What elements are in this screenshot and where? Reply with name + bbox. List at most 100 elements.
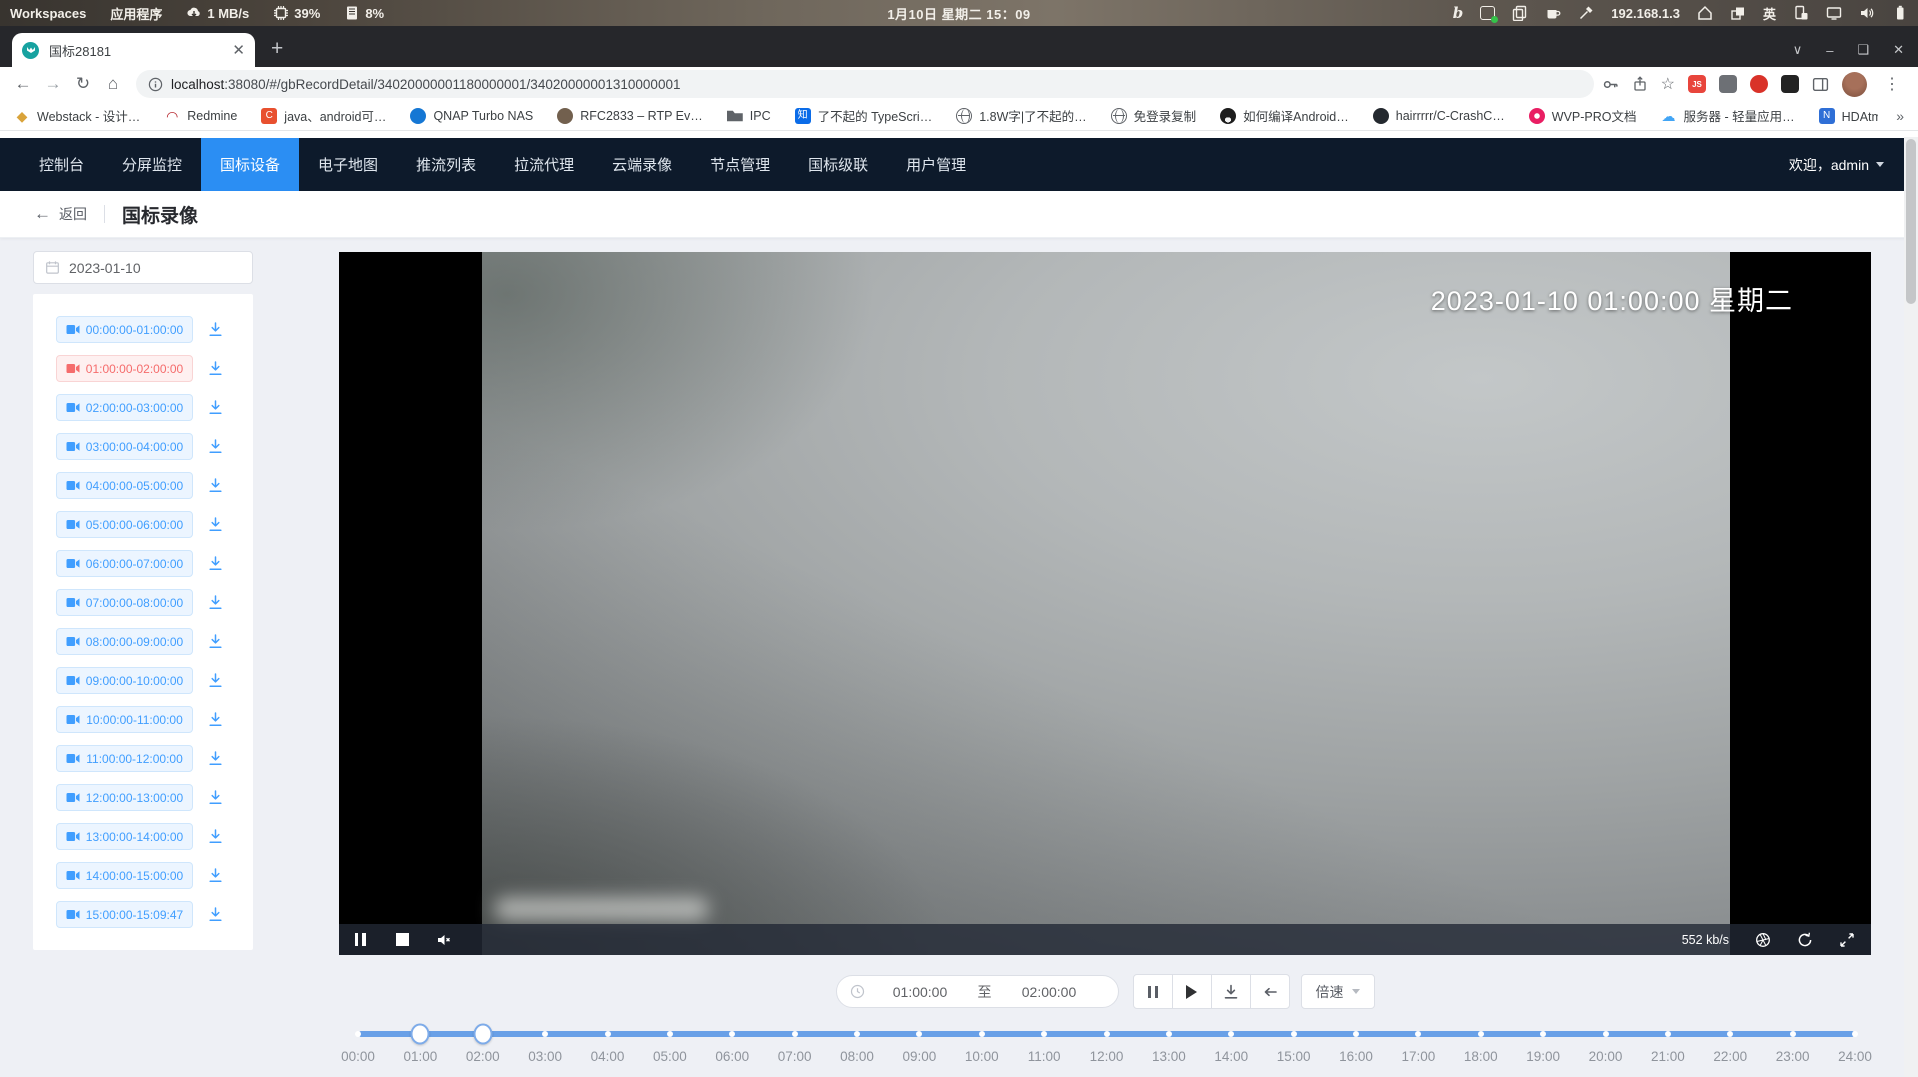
segment-button[interactable]: 15:00:00-15:09:47 bbox=[56, 901, 193, 928]
player-mute-button[interactable] bbox=[423, 924, 465, 955]
bookmark-item[interactable]: 知了不起的 TypeScri… bbox=[795, 106, 933, 125]
segment-button[interactable]: 04:00:00-05:00:00 bbox=[56, 472, 193, 499]
nav-item-4[interactable]: 电子地图 bbox=[299, 138, 397, 191]
nav-item-6[interactable]: 拉流代理 bbox=[495, 138, 593, 191]
workspaces-icon[interactable] bbox=[1730, 5, 1746, 21]
battery-icon[interactable] bbox=[1892, 5, 1908, 21]
password-key-icon[interactable] bbox=[1602, 76, 1619, 93]
back-icon[interactable]: ← bbox=[8, 70, 38, 98]
time-range-box[interactable]: 01:00:00 至 02:00:00 bbox=[836, 975, 1119, 1008]
segment-button[interactable]: 05:00:00-06:00:00 bbox=[56, 511, 193, 538]
segment-button[interactable]: 08:00:00-09:00:00 bbox=[56, 628, 193, 655]
nav-item-10[interactable]: 用户管理 bbox=[887, 138, 985, 191]
segment-button[interactable]: 00:00:00-01:00:00 bbox=[56, 316, 193, 343]
user-menu[interactable]: 欢迎，admin bbox=[1789, 155, 1884, 175]
segment-button[interactable]: 12:00:00-13:00:00 bbox=[56, 784, 193, 811]
bookmark-item[interactable]: Cjava、android可… bbox=[261, 106, 386, 125]
segment-download-button[interactable] bbox=[208, 673, 223, 688]
bookmark-item[interactable]: WVP-PRO文档 bbox=[1529, 106, 1637, 125]
tab-close-icon[interactable]: ✕ bbox=[232, 43, 245, 58]
browser-home-icon[interactable]: ⌂ bbox=[98, 70, 128, 98]
extension-adguard-icon[interactable] bbox=[1750, 75, 1768, 93]
ip-address[interactable]: 192.168.1.3 bbox=[1611, 6, 1680, 21]
segment-button[interactable]: 01:00:00-02:00:00 bbox=[56, 355, 193, 382]
bookmarks-overflow-chevron[interactable]: » bbox=[1896, 108, 1904, 124]
timeline-handle[interactable] bbox=[411, 1024, 430, 1045]
play-button[interactable] bbox=[1172, 974, 1212, 1009]
segment-button[interactable]: 07:00:00-08:00:00 bbox=[56, 589, 193, 616]
clipboard-icon[interactable] bbox=[1512, 5, 1528, 21]
bookmark-item[interactable]: hairrrrr/C-CrashC… bbox=[1373, 108, 1505, 124]
segment-download-button[interactable] bbox=[208, 556, 223, 571]
segment-button[interactable]: 09:00:00-10:00:00 bbox=[56, 667, 193, 694]
window-minimize-icon[interactable]: – bbox=[1826, 43, 1833, 58]
nav-item-9[interactable]: 国标级联 bbox=[789, 138, 887, 191]
browser-tab[interactable]: 国标28181 ✕ bbox=[12, 33, 255, 67]
bookmark-item[interactable]: ☁服务器 - 轻量应用… bbox=[1661, 106, 1795, 125]
nav-item-7[interactable]: 云端录像 bbox=[593, 138, 691, 191]
home-icon[interactable] bbox=[1697, 5, 1713, 21]
segment-download-button[interactable] bbox=[208, 517, 223, 532]
applications-menu[interactable]: 应用程序 bbox=[110, 4, 162, 23]
date-picker[interactable]: 2023-01-10 bbox=[33, 251, 253, 284]
segment-download-button[interactable] bbox=[208, 322, 223, 337]
segment-download-button[interactable] bbox=[208, 361, 223, 376]
browser-menu-kebab-icon[interactable]: ⋮ bbox=[1884, 74, 1900, 94]
bookmark-item[interactable]: 如何编译Android… bbox=[1220, 106, 1349, 125]
segment-download-button[interactable] bbox=[208, 439, 223, 454]
scrollbar-thumb[interactable] bbox=[1906, 139, 1916, 304]
timeline-handle[interactable] bbox=[473, 1024, 492, 1045]
bookmark-item[interactable]: 1.8W字|了不起的… bbox=[956, 106, 1086, 125]
bookmark-item[interactable]: 免登录复制 bbox=[1111, 106, 1197, 125]
url-text[interactable]: localhost:38080/#/gbRecordDetail/3402000… bbox=[171, 77, 680, 92]
bookmark-star-icon[interactable]: ☆ bbox=[1661, 74, 1675, 94]
segment-button[interactable]: 14:00:00-15:00:00 bbox=[56, 862, 193, 889]
workspaces-button[interactable]: Workspaces bbox=[10, 6, 86, 21]
nav-item-5[interactable]: 推流列表 bbox=[397, 138, 495, 191]
back-button[interactable]: ← 返回 bbox=[34, 204, 87, 224]
segment-download-button[interactable] bbox=[208, 712, 223, 727]
segment-button[interactable]: 11:00:00-12:00:00 bbox=[56, 745, 193, 772]
notes-app-icon[interactable] bbox=[1480, 6, 1495, 20]
bookmark-item[interactable]: ◠Redmine bbox=[164, 108, 237, 124]
side-panel-icon[interactable] bbox=[1812, 76, 1829, 93]
forward-icon[interactable]: → bbox=[38, 70, 68, 98]
fullscreen-icon[interactable] bbox=[1839, 932, 1855, 948]
reload-icon[interactable]: ↻ bbox=[68, 70, 98, 98]
player-pause-button[interactable] bbox=[339, 924, 381, 955]
site-info-icon[interactable] bbox=[148, 77, 163, 92]
player-stop-button[interactable] bbox=[381, 924, 423, 955]
range-end-time[interactable]: 02:00:00 bbox=[994, 984, 1105, 1000]
bookmark-item[interactable]: RFC2833 – RTP Ev… bbox=[557, 108, 703, 124]
segment-button[interactable]: 02:00:00-03:00:00 bbox=[56, 394, 193, 421]
refresh-icon[interactable] bbox=[1797, 932, 1813, 948]
volume-icon[interactable] bbox=[1859, 5, 1875, 21]
nav-item-3[interactable]: 国标设备 bbox=[201, 138, 299, 191]
segment-download-button[interactable] bbox=[208, 478, 223, 493]
color-picker-icon[interactable] bbox=[1578, 5, 1594, 21]
app-indicator-b-icon[interactable]: b bbox=[1453, 5, 1464, 21]
segment-download-button[interactable] bbox=[208, 790, 223, 805]
bookmark-item[interactable]: QNAP Turbo NAS bbox=[410, 108, 533, 124]
bookmark-item[interactable]: IPC bbox=[727, 108, 771, 124]
segment-download-button[interactable] bbox=[208, 400, 223, 415]
segment-download-button[interactable] bbox=[208, 868, 223, 883]
window-close-icon[interactable]: ✕ bbox=[1893, 42, 1904, 58]
input-language-indicator[interactable]: 英 bbox=[1763, 4, 1776, 23]
phone-link-icon[interactable] bbox=[1793, 5, 1809, 21]
segment-button[interactable]: 03:00:00-04:00:00 bbox=[56, 433, 193, 460]
extension-darkreader-icon[interactable] bbox=[1781, 75, 1799, 93]
new-tab-button[interactable]: + bbox=[271, 37, 283, 61]
nav-item-8[interactable]: 节点管理 bbox=[691, 138, 789, 191]
bookmark-item[interactable]: ◆Webstack - 设计… bbox=[14, 106, 140, 125]
snapshot-shutter-icon[interactable] bbox=[1755, 932, 1771, 948]
display-icon[interactable] bbox=[1826, 5, 1842, 21]
segment-download-button[interactable] bbox=[208, 751, 223, 766]
nav-item-1[interactable]: 控制台 bbox=[20, 138, 103, 191]
window-chevron-icon[interactable]: ∨ bbox=[1793, 42, 1803, 58]
video-player[interactable]: 2023-01-10 01:00:00 星期二 552 kb/s bbox=[339, 252, 1871, 955]
browser-scrollbar[interactable] bbox=[1904, 137, 1918, 1077]
segment-download-button[interactable] bbox=[208, 907, 223, 922]
segment-button[interactable]: 10:00:00-11:00:00 bbox=[56, 706, 193, 733]
download-button[interactable] bbox=[1211, 974, 1251, 1009]
